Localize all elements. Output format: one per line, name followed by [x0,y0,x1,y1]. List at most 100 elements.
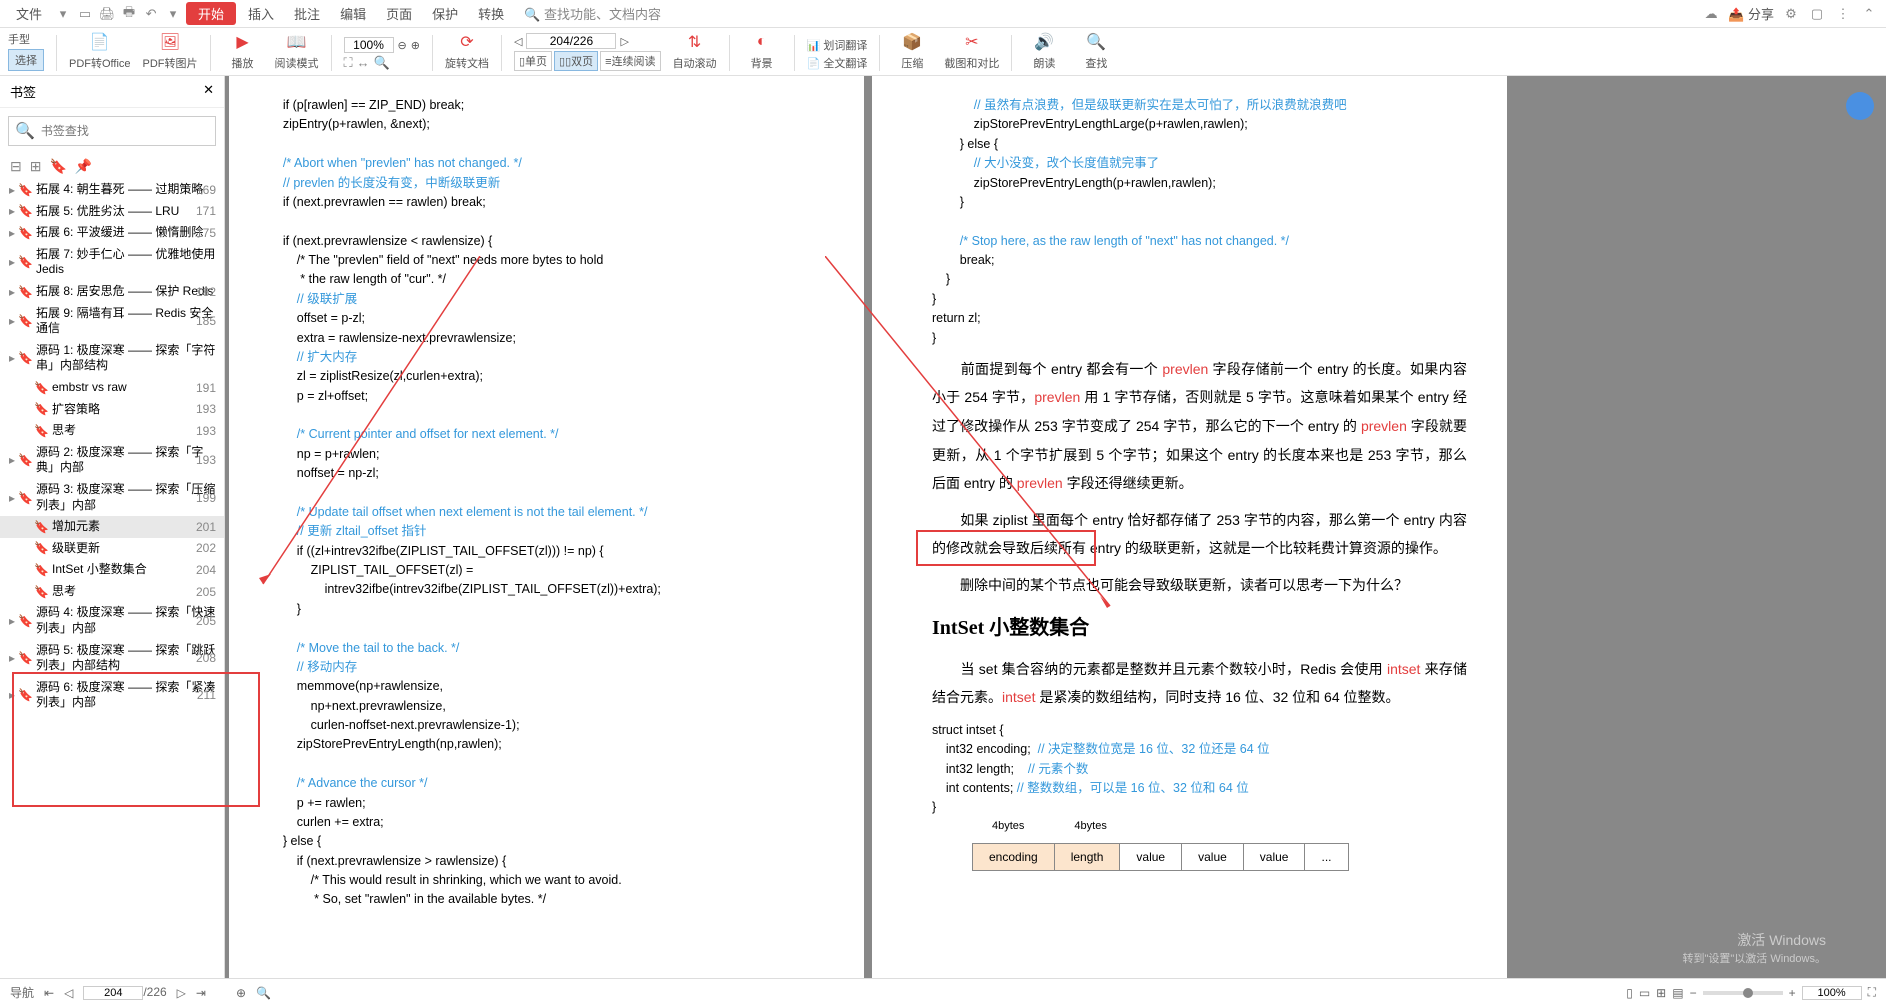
share-button[interactable]: 📤 分享 [1728,4,1774,23]
bookmark-item[interactable]: 🔖扩容策略193 [0,399,224,421]
select-tool[interactable]: 选择 [8,49,44,71]
bookmark-item[interactable]: 🔖embstr vs raw191 [0,377,224,399]
bookmark-item[interactable]: ▸🔖拓展 8: 居安思危 —— 保护 Redis182 [0,281,224,303]
play-icon[interactable]: ▶ [232,31,254,53]
fullscreen-icon[interactable]: ⛶ [1868,985,1876,1000]
expand-arrow-icon[interactable]: ▸ [6,285,18,299]
pdf-pic-icon[interactable]: 🖼 [159,31,181,53]
bg-icon[interactable]: ◐ [751,31,773,53]
zoom-status-icon[interactable]: 🔍 [256,986,271,1000]
zoom-out-icon[interactable]: ⊖ [398,39,407,52]
undo-icon[interactable]: ↶ [142,5,160,23]
bookmark-item[interactable]: ▸🔖拓展 4: 朝生暮死 —— 过期策略169 [0,179,224,201]
bookmark-item[interactable]: ▸🔖拓展 9: 隔墙有耳 —— Redis 安全通信185 [0,303,224,340]
prev-page-icon[interactable]: ◁ [514,35,522,48]
read-icon[interactable]: 🔊 [1033,31,1055,53]
page-input[interactable] [526,33,616,49]
zoom-value[interactable] [1802,986,1862,1000]
prev-icon[interactable]: ◁ [64,986,73,1000]
bookmark-item[interactable]: 🔖思考205 [0,581,224,603]
expand-arrow-icon[interactable]: ▸ [6,183,18,197]
zoom-input[interactable] [344,37,394,53]
find-icon[interactable]: 🔍 [1085,31,1107,53]
convert-tab[interactable]: 转换 [470,2,512,25]
print-icon[interactable]: 🖶 [120,5,138,23]
bookmark-item[interactable]: ▸🔖拓展 7: 妙手仁心 —— 优雅地使用 Jedis [0,244,224,281]
page-tab[interactable]: 页面 [378,2,420,25]
double-page-button[interactable]: ▯▯双页 [554,51,598,71]
expand-arrow-icon[interactable]: ▸ [6,453,18,467]
expand-arrow-icon[interactable]: ▸ [6,688,18,702]
expand-arrow-icon[interactable]: ▸ [6,614,18,628]
expand-arrow-icon[interactable]: ▸ [6,204,18,218]
bookmark-item[interactable]: 🔖思考193 [0,420,224,442]
open-icon[interactable]: ▭ [76,5,94,23]
expand-arrow-icon[interactable]: ▸ [6,491,18,505]
status-page-input[interactable] [83,986,143,1000]
zoom-in-icon[interactable]: ⊕ [411,39,420,52]
bookmark-item[interactable]: ▸🔖拓展 5: 优胜劣汰 —— LRU171 [0,201,224,223]
edit-tab[interactable]: 编辑 [332,2,374,25]
zoom-in-status[interactable]: + [1789,986,1796,1000]
bookmark-item[interactable]: ▸🔖源码 6: 极度深寒 —— 探索「紧凑列表」内部211 [0,677,224,714]
view1-icon[interactable]: ▯ [1626,986,1633,1000]
cloud-icon[interactable]: ☁ [1702,5,1720,23]
bookmark-item[interactable]: 🔖IntSet 小整数集合204 [0,559,224,581]
bookmark-item[interactable]: 🔖级联更新202 [0,538,224,560]
bookmark-item[interactable]: 🔖增加元素201 [0,516,224,538]
close-sidebar-icon[interactable]: ✕ [203,82,214,101]
save-icon[interactable]: 🖨 [98,5,116,23]
zoom-out-status[interactable]: − [1690,986,1697,1000]
bookmark-search-input[interactable] [41,124,209,138]
bookmark-icon[interactable]: 🔖 [49,158,66,175]
start-tab[interactable]: 开始 [186,2,236,25]
first-page-icon[interactable]: ⇤ [44,986,54,1000]
crop-icon[interactable]: ✂ [961,31,983,53]
bookmark-item[interactable]: ▸🔖源码 5: 极度深寒 —— 探索「跳跃列表」内部结构208 [0,640,224,677]
bookmark-item[interactable]: ▸🔖源码 2: 极度深寒 —— 探索「字典」内部193 [0,442,224,479]
redo-icon[interactable]: ▾ [164,5,182,23]
view4-icon[interactable]: ▤ [1672,986,1683,1000]
fit-icon[interactable]: ⛶ [344,55,353,71]
expand-arrow-icon[interactable]: ▸ [6,351,18,365]
bookmark-item[interactable]: ▸🔖源码 4: 极度深寒 —— 探索「快速列表」内部205 [0,602,224,639]
float-assist-button[interactable] [1846,92,1874,120]
readmode-icon[interactable]: 📖 [286,31,308,53]
search-hint[interactable]: 🔍 查找功能、文档内容 [516,4,661,23]
expand-arrow-icon[interactable]: ▸ [6,314,18,328]
bookmark-item[interactable]: ▸🔖源码 3: 极度深寒 —— 探索「压缩列表」内部199 [0,479,224,516]
expand-all-icon[interactable]: ⊞ [30,158,42,175]
bookmark-item[interactable]: ▸🔖源码 1: 极度深寒 —— 探索「字符串」内部结构 [0,340,224,377]
view2-icon[interactable]: ▭ [1639,986,1650,1000]
pin-icon[interactable]: 📌 [75,158,92,175]
bookmark-item[interactable]: ▸🔖拓展 6: 平波缓进 —— 懒惰删除175 [0,222,224,244]
gear-icon[interactable]: ⚙ [1782,5,1800,23]
width-icon[interactable]: ↔ [357,55,370,71]
rotate-icon[interactable]: ⟳ [456,31,478,53]
next-page-icon[interactable]: ▷ [620,35,628,48]
expand-arrow-icon[interactable]: ▸ [6,226,18,240]
single-page-button[interactable]: ▯单页 [514,51,552,71]
compress-icon[interactable]: 📦 [901,31,923,53]
expand-icon[interactable]: ⌃ [1860,5,1878,23]
add-icon[interactable]: ⊕ [236,986,246,1000]
file-menu[interactable]: 文件 [8,2,50,25]
autoscroll-icon[interactable]: ⇅ [684,31,706,53]
collapse-icon[interactable]: ⊟ [10,158,22,175]
hand-tool-label[interactable]: 手型 [8,31,44,47]
continuous-button[interactable]: ≡连续阅读 [600,51,660,71]
fulltrans-button[interactable]: 📄 全文翻译 [807,55,868,71]
expand-arrow-icon[interactable]: ▸ [6,651,18,665]
expand-arrow-icon[interactable]: ▸ [6,255,18,269]
more-icon[interactable]: ⋮ [1834,5,1852,23]
window-icon[interactable]: ▢ [1808,5,1826,23]
insert-tab[interactable]: 插入 [240,2,282,25]
protect-tab[interactable]: 保护 [424,2,466,25]
view3-icon[interactable]: ⊞ [1656,986,1666,1000]
zoom-slider[interactable] [1703,991,1783,995]
review-tab[interactable]: 批注 [286,2,328,25]
mag-icon[interactable]: 🔍 [374,55,390,71]
pdf-office-icon[interactable]: 📄 [89,31,111,53]
last-page-icon[interactable]: ⇥ [196,986,206,1000]
next-icon[interactable]: ▷ [177,986,186,1000]
